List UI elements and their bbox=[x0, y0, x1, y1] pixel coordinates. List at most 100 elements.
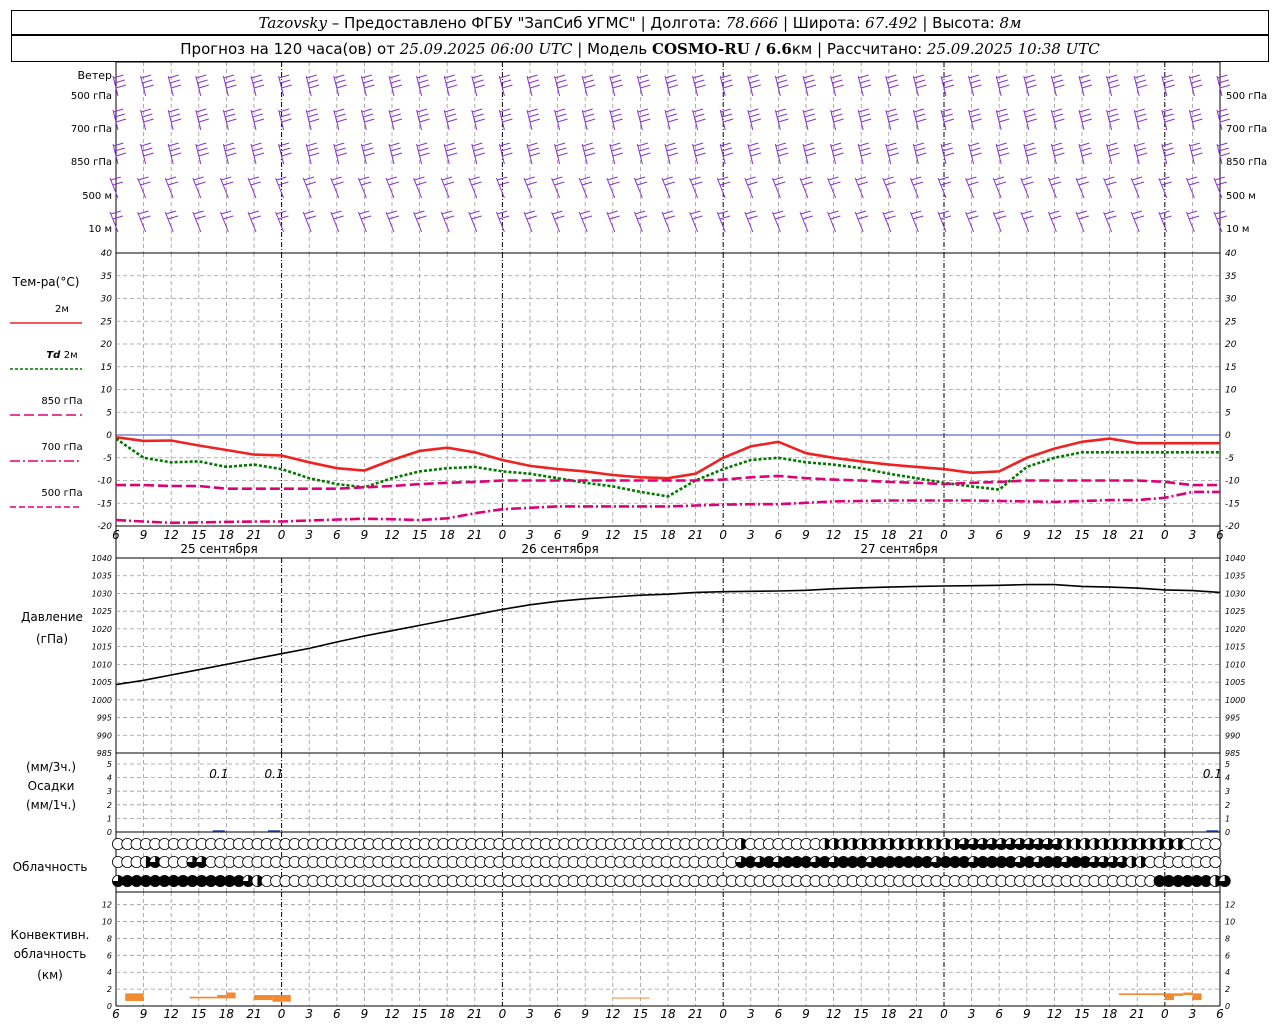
time-tick: 9 bbox=[802, 528, 810, 542]
time-tick: 21 bbox=[246, 528, 261, 542]
wind-barb bbox=[1050, 142, 1065, 165]
time-tick-bottom: 9 bbox=[140, 1007, 148, 1021]
temp-tick-right: 25 bbox=[1225, 317, 1237, 327]
wind-barb bbox=[633, 210, 648, 233]
time-tick-bottom: 6 bbox=[554, 1007, 562, 1021]
time-tick-bottom: 6 bbox=[333, 1007, 341, 1021]
wind-barb bbox=[689, 210, 703, 233]
wind-barb bbox=[830, 142, 844, 165]
pressure-tick-left: 990 bbox=[97, 731, 112, 740]
wind-barb bbox=[471, 74, 485, 97]
wind-barb bbox=[882, 210, 896, 233]
wind-barb bbox=[554, 108, 568, 131]
wind-barb bbox=[112, 108, 127, 131]
temp-tick-right: -20 bbox=[1225, 522, 1240, 532]
meteogram: Ветер 500 гПа 500 гПа 700 гПа 700 гПа 850 гПа… bbox=[10, 61, 1267, 1021]
time-tick-bottom: 21 bbox=[467, 1007, 482, 1021]
time-tick: 9 bbox=[140, 528, 148, 542]
wind-barb bbox=[495, 176, 510, 199]
pressure-tick-left: 1020 bbox=[92, 625, 112, 634]
time-tick-bottom: 3 bbox=[747, 1007, 755, 1021]
precip-tick-left: 3 bbox=[107, 787, 112, 796]
wind-barb bbox=[468, 176, 482, 199]
wind-barb bbox=[968, 108, 982, 131]
wind-barb bbox=[636, 74, 651, 97]
conv-title: Конвективн. bbox=[11, 928, 90, 942]
time-tick-bottom: 12 bbox=[826, 1007, 841, 1021]
time-tick: 6 bbox=[1216, 528, 1224, 542]
pressure-tick-right: 995 bbox=[1225, 714, 1240, 723]
wind-level-label: 500 м bbox=[82, 191, 112, 202]
wind-barb bbox=[636, 142, 651, 165]
wind-barb bbox=[661, 210, 675, 233]
temp-tick-left: 30 bbox=[101, 295, 113, 305]
precip-tick-left: 5 bbox=[107, 760, 112, 769]
conv-tick-left: 2 bbox=[107, 985, 112, 994]
wind-barb bbox=[912, 74, 927, 97]
time-tick-bottom: 18 bbox=[881, 1007, 897, 1021]
wind-barb bbox=[440, 176, 455, 199]
conv-tick-left: 10 bbox=[102, 918, 112, 927]
wind-barb bbox=[333, 142, 347, 165]
cloud-symbol bbox=[1209, 838, 1222, 851]
wind-barb bbox=[857, 142, 872, 165]
time-tick-bottom: 9 bbox=[802, 1007, 810, 1021]
conv-bar bbox=[254, 995, 273, 1001]
wind-barb bbox=[965, 176, 979, 199]
wind-barb bbox=[747, 74, 761, 97]
wind-barb bbox=[416, 74, 430, 97]
wind-barb bbox=[195, 142, 209, 165]
time-tick-bottom: 15 bbox=[854, 1007, 869, 1021]
temp-legend-label: 700 гПа bbox=[41, 442, 82, 453]
conv-bar bbox=[189, 996, 218, 999]
pressure-tick-right: 1030 bbox=[1225, 589, 1245, 598]
time-tick-bottom: 21 bbox=[246, 1007, 261, 1021]
time-tick-bottom: 15 bbox=[1074, 1007, 1089, 1021]
temp-tick-left: 20 bbox=[101, 340, 113, 350]
time-tick: 3 bbox=[305, 528, 313, 542]
wind-barb bbox=[112, 142, 127, 165]
wind-barb bbox=[716, 176, 731, 199]
conv-title-2: облачность bbox=[14, 947, 87, 961]
time-tick-bottom: 6 bbox=[1216, 1007, 1224, 1021]
conv-tick-right: 4 bbox=[1225, 968, 1230, 977]
wind-level-label-right: 500 м bbox=[1226, 191, 1256, 202]
wind-barb bbox=[1188, 142, 1203, 165]
wind-barb bbox=[1078, 142, 1093, 165]
time-tick-bottom: 3 bbox=[305, 1007, 313, 1021]
temp-tick-left: 15 bbox=[101, 363, 113, 373]
wind-barb bbox=[388, 142, 403, 165]
pressure-tick-right: 1025 bbox=[1225, 607, 1245, 616]
wind-barb bbox=[609, 74, 623, 97]
time-tick: 21 bbox=[688, 528, 703, 542]
wind-barb bbox=[854, 176, 869, 199]
wind-barb bbox=[661, 176, 675, 199]
wind-barb bbox=[747, 108, 761, 131]
wind-barb bbox=[1047, 176, 1062, 199]
conv-tick-left: 8 bbox=[107, 934, 112, 943]
time-tick: 3 bbox=[747, 528, 755, 542]
temp-tick-left: 35 bbox=[101, 272, 113, 282]
time-tick: 3 bbox=[526, 528, 534, 542]
wind-barb bbox=[1050, 74, 1065, 97]
time-tick: 6 bbox=[112, 528, 120, 542]
time-tick-bottom: 12 bbox=[384, 1007, 399, 1021]
wind-barb bbox=[744, 210, 758, 233]
wind-barb bbox=[1023, 142, 1037, 165]
wind-barb bbox=[471, 142, 485, 165]
wind-barb bbox=[1130, 176, 1145, 199]
pressure-tick-left: 1010 bbox=[92, 660, 112, 669]
wind-barb bbox=[247, 176, 261, 199]
temp-tick-left: 40 bbox=[101, 249, 113, 259]
pressure-tick-right: 1020 bbox=[1225, 625, 1245, 634]
pressure-tick-right: 1010 bbox=[1225, 660, 1245, 669]
wind-barb bbox=[357, 210, 372, 233]
wind-barb bbox=[112, 74, 127, 97]
precip-tick-left: 0 bbox=[107, 828, 112, 837]
wind-barb bbox=[164, 176, 179, 199]
wind-barb bbox=[774, 142, 789, 165]
cloud-panel: Облачность bbox=[13, 838, 1231, 888]
conv-tick-right: 6 bbox=[1225, 951, 1230, 960]
temp-tick-right: 5 bbox=[1225, 408, 1231, 418]
time-tick: 6 bbox=[775, 528, 783, 542]
